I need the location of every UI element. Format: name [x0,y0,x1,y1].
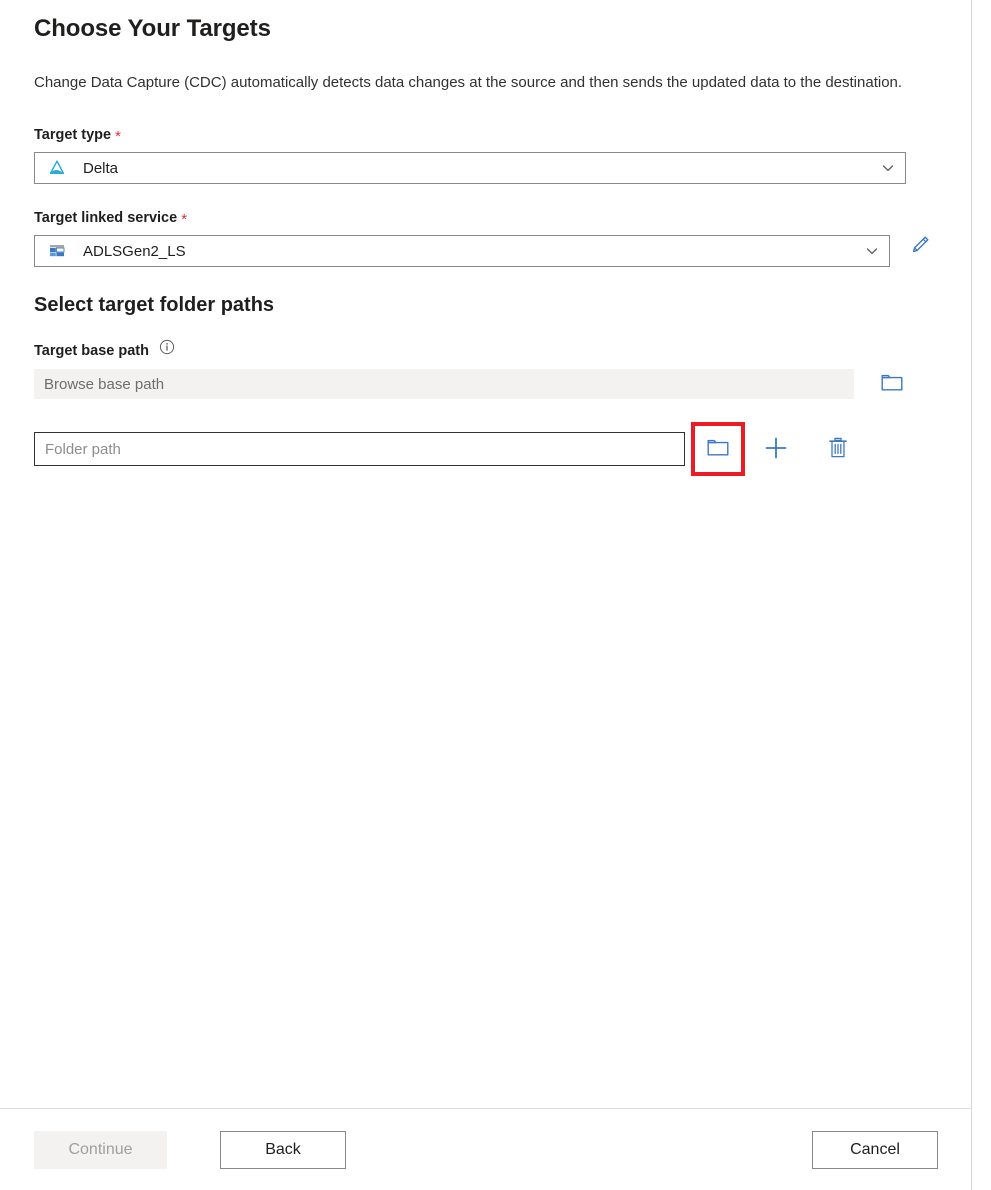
target-linked-service-value: ADLSGen2_LS [83,243,863,260]
cancel-button[interactable]: Cancel [812,1131,938,1169]
target-base-path-field-group: Target base path [34,343,937,401]
required-asterisk: * [181,212,187,227]
folder-icon [879,370,905,399]
folder-icon [705,435,731,464]
trash-icon [825,435,851,464]
target-base-path-label: Target base path [34,343,937,359]
chevron-down-icon[interactable] [879,159,897,177]
edit-linked-service-button[interactable] [904,230,937,264]
target-base-path-row [34,359,937,401]
back-button[interactable]: Back [220,1131,346,1169]
wizard-footer: Continue Back Cancel [0,1108,972,1190]
target-base-path-input[interactable] [34,369,854,399]
add-folder-path-button[interactable] [759,432,793,466]
adls-gen2-icon [47,241,67,261]
page-title: Choose Your Targets [34,0,937,43]
browse-folder-path-button[interactable] [701,432,735,466]
choose-targets-panel: Choose Your Targets Change Data Capture … [0,0,972,1190]
page-description: Change Data Capture (CDC) automatically … [34,70,914,96]
info-icon[interactable] [159,339,175,355]
folder-path-input[interactable] [34,432,685,466]
target-linked-service-row: ADLSGen2_LS [34,226,937,267]
section-title: Select target folder paths [34,267,937,317]
continue-button[interactable]: Continue [34,1131,167,1169]
chevron-down-icon[interactable] [863,242,881,260]
panel-content: Choose Your Targets Change Data Capture … [0,0,971,1108]
target-type-combobox[interactable]: Delta [34,152,906,184]
target-type-label-text: Target type [34,127,111,143]
plus-icon [762,434,790,465]
target-type-field-group: Target type * Delta [34,127,937,184]
delta-icon [47,158,67,178]
target-type-value: Delta [83,160,879,177]
target-linked-service-label: Target linked service * [34,210,937,226]
folder-path-row [34,422,937,476]
folder-path-field-group [34,422,937,476]
delete-folder-path-button[interactable] [821,432,855,466]
browse-base-path-button[interactable] [875,367,909,401]
target-linked-service-label-text: Target linked service [34,210,177,226]
target-linked-service-combobox[interactable]: ADLSGen2_LS [34,235,890,267]
target-base-path-label-text: Target base path [34,343,149,359]
target-linked-service-field-group: Target linked service * ADLSGen2_LS [34,210,937,267]
required-asterisk: * [115,129,121,144]
target-type-label: Target type * [34,127,937,143]
pencil-icon [908,233,932,260]
browse-folder-path-highlight [691,422,745,476]
